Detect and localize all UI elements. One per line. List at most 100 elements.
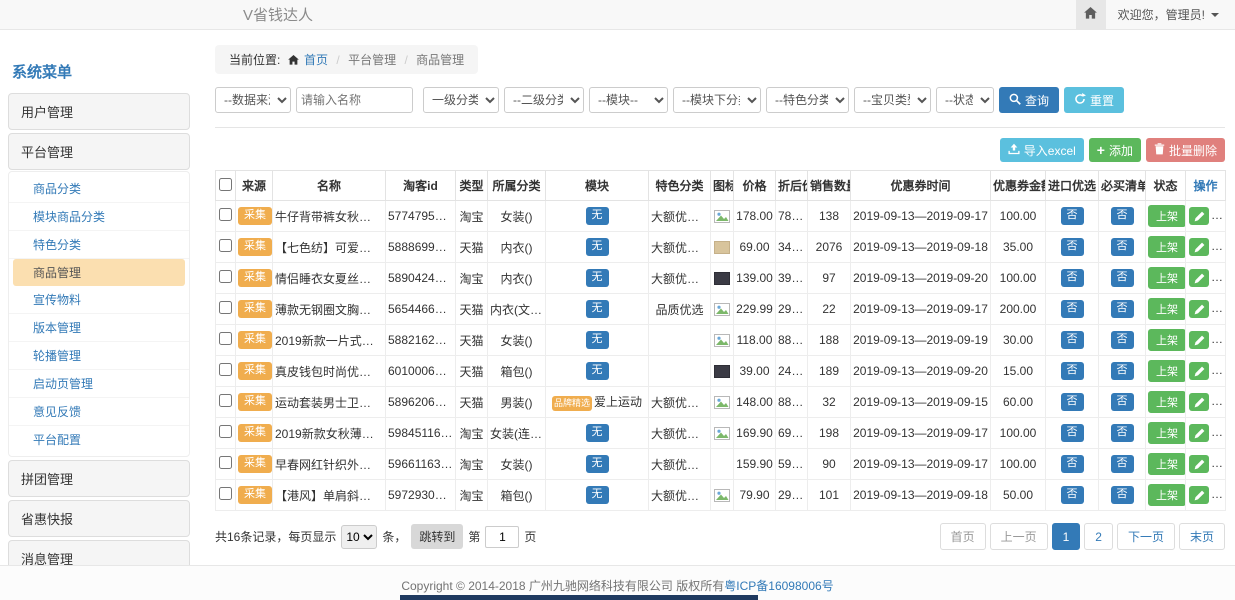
imported-toggle-badge[interactable]: 否 [1061, 300, 1084, 318]
row-checkbox[interactable] [219, 456, 232, 469]
sidebar-item-商品管理[interactable]: 商品管理 [13, 259, 185, 286]
status-badge[interactable]: 上架 [1148, 422, 1186, 444]
row-checkbox[interactable] [219, 239, 232, 252]
row-checkbox[interactable] [219, 270, 232, 283]
user-menu[interactable]: 欢迎您，管理员! [1106, 6, 1235, 23]
sidebar-item-特色分类[interactable]: 特色分类 [9, 231, 189, 259]
must-buy-toggle-badge[interactable]: 否 [1111, 455, 1134, 473]
edit-button[interactable] [1189, 393, 1209, 411]
filter-status-select[interactable]: --状态-- [936, 87, 994, 113]
page-button-上一页[interactable]: 上一页 [990, 523, 1048, 550]
must-buy-toggle-badge[interactable]: 否 [1111, 331, 1134, 349]
imported-toggle-badge[interactable]: 否 [1061, 455, 1084, 473]
breadcrumb-home-link[interactable]: 首页 [304, 53, 328, 67]
row-checkbox[interactable] [219, 487, 232, 500]
edit-button[interactable] [1189, 331, 1209, 349]
filter-module-subcategory-select[interactable]: --模块下分类-- [673, 87, 761, 113]
sidebar-group-消息管理[interactable]: 消息管理 [8, 540, 190, 565]
sidebar-group-省惠快报[interactable]: 省惠快报 [8, 500, 190, 537]
must-buy-toggle-badge[interactable]: 否 [1111, 424, 1134, 442]
page-button-1[interactable]: 1 [1052, 523, 1081, 550]
row-checkbox[interactable] [219, 332, 232, 345]
sidebar-group-平台管理[interactable]: 平台管理 [8, 133, 190, 170]
must-buy-toggle-badge[interactable]: 否 [1111, 486, 1134, 504]
name-search-input[interactable] [296, 87, 413, 113]
icp-link[interactable]: 粤ICP备16098006号 [724, 579, 833, 593]
status-badge[interactable]: 上架 [1148, 391, 1186, 413]
filter-level1-category-select[interactable]: 一级分类 [423, 87, 499, 113]
status-badge[interactable]: 上架 [1148, 453, 1186, 475]
taoke-id-cell: 597293020870 [386, 480, 456, 511]
edit-button[interactable] [1189, 207, 1209, 225]
filter-feature-category-select[interactable]: --特色分类-- [766, 87, 849, 113]
select-all-checkbox[interactable] [219, 178, 232, 191]
imported-toggle-badge[interactable]: 否 [1061, 424, 1084, 442]
add-button[interactable]: + 添加 [1089, 138, 1141, 162]
page-number-input[interactable] [485, 526, 519, 548]
status-badge[interactable]: 上架 [1148, 329, 1186, 351]
filter-module-select[interactable]: --模块-- [589, 87, 668, 113]
imported-toggle-badge[interactable]: 否 [1061, 486, 1084, 504]
must-buy-toggle-badge[interactable]: 否 [1111, 393, 1134, 411]
row-checkbox[interactable] [219, 301, 232, 314]
jump-button[interactable]: 跳转到 [411, 524, 463, 549]
page-button-首页[interactable]: 首页 [940, 523, 986, 550]
sidebar-group-用户管理[interactable]: 用户管理 [8, 93, 190, 130]
filter-item-type-select[interactable]: --宝贝类型-- [854, 87, 931, 113]
must-buy-toggle-badge[interactable]: 否 [1111, 238, 1134, 256]
row-checkbox[interactable] [219, 394, 232, 407]
home-button[interactable] [1076, 0, 1106, 29]
must-buy-toggle-badge[interactable]: 否 [1111, 300, 1134, 318]
page-button-下一页[interactable]: 下一页 [1117, 523, 1175, 550]
imported-toggle-badge[interactable]: 否 [1061, 393, 1084, 411]
sidebar-item-轮播管理[interactable]: 轮播管理 [9, 342, 189, 370]
filter-data-source-select[interactable]: --数据来源-- [215, 87, 291, 113]
edit-button[interactable] [1189, 362, 1209, 380]
category-cell: 女装() [488, 449, 546, 480]
edit-button[interactable] [1189, 424, 1209, 442]
status-badge[interactable]: 上架 [1148, 484, 1186, 506]
coupon-amount-cell: 30.00 [991, 325, 1046, 356]
status-badge[interactable]: 上架 [1148, 298, 1186, 320]
edit-button[interactable] [1189, 300, 1209, 318]
sidebar-item-模块商品分类[interactable]: 模块商品分类 [9, 203, 189, 231]
edit-button[interactable] [1189, 238, 1209, 256]
reset-button[interactable]: 重置 [1064, 87, 1124, 113]
per-page-select[interactable]: 10 [341, 525, 377, 549]
row-checkbox[interactable] [219, 208, 232, 221]
module-cell: 无 [546, 294, 649, 325]
edit-button[interactable] [1189, 455, 1209, 473]
imported-toggle-badge[interactable]: 否 [1061, 207, 1084, 225]
page-button-2[interactable]: 2 [1084, 523, 1113, 550]
imported-cell: 否 [1046, 480, 1099, 511]
batch-delete-button[interactable]: 批量删除 [1146, 138, 1225, 162]
sidebar-item-宣传物料[interactable]: 宣传物料 [9, 286, 189, 314]
must-buy-toggle-badge[interactable]: 否 [1111, 207, 1134, 225]
edit-button[interactable] [1189, 486, 1209, 504]
status-badge[interactable]: 上架 [1148, 267, 1186, 289]
search-button[interactable]: 查询 [999, 87, 1059, 113]
import-excel-button[interactable]: 导入excel [1000, 138, 1084, 162]
product-name-cell: 真皮钱包时尚优雅女士... [273, 356, 386, 387]
sidebar-item-版本管理[interactable]: 版本管理 [9, 314, 189, 342]
sidebar-item-平台配置[interactable]: 平台配置 [9, 426, 189, 453]
row-checkbox[interactable] [219, 425, 232, 438]
status-badge[interactable]: 上架 [1148, 360, 1186, 382]
sidebar-item-意见反馈[interactable]: 意见反馈 [9, 398, 189, 426]
sidebar-item-启动页管理[interactable]: 启动页管理 [9, 370, 189, 398]
page-button-末页[interactable]: 末页 [1179, 523, 1225, 550]
row-checkbox[interactable] [219, 363, 232, 376]
imported-toggle-badge[interactable]: 否 [1061, 362, 1084, 380]
imported-toggle-badge[interactable]: 否 [1061, 269, 1084, 287]
must-buy-toggle-badge[interactable]: 否 [1111, 269, 1134, 287]
imported-toggle-badge[interactable]: 否 [1061, 331, 1084, 349]
sidebar-item-商品分类[interactable]: 商品分类 [9, 175, 189, 203]
must-buy-toggle-badge[interactable]: 否 [1111, 362, 1134, 380]
price-cell: 39.00 [734, 356, 776, 387]
filter-level2-category-select[interactable]: --二级分类-- [504, 87, 584, 113]
sidebar-group-拼团管理[interactable]: 拼团管理 [8, 460, 190, 497]
imported-toggle-badge[interactable]: 否 [1061, 238, 1084, 256]
status-badge[interactable]: 上架 [1148, 236, 1186, 258]
status-badge[interactable]: 上架 [1148, 205, 1186, 227]
edit-button[interactable] [1189, 269, 1209, 287]
